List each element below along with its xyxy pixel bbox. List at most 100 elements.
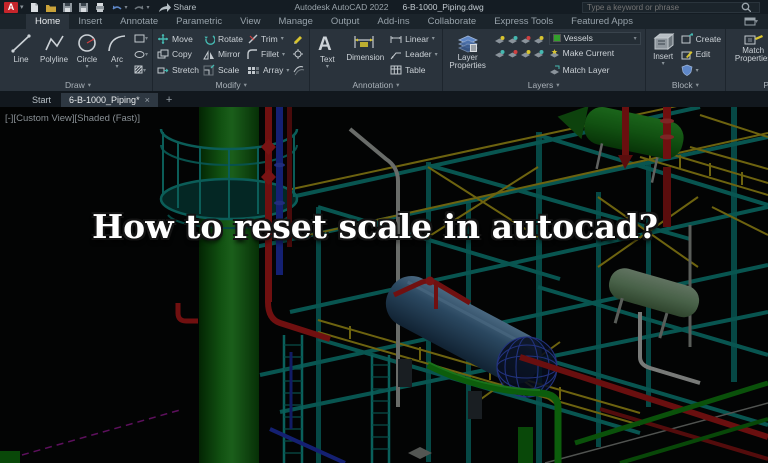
file-tab-bar: Start 6-B-1000_Piping* × + xyxy=(0,92,768,107)
scale-tool[interactable]: Scale xyxy=(203,63,243,78)
app-menu-arrow-icon[interactable]: ▾ xyxy=(20,3,24,11)
fillet-dropdown-icon[interactable]: ▾ xyxy=(282,51,285,58)
trim-tool[interactable]: Trim ▾ xyxy=(247,31,289,46)
circle-tool[interactable]: Circle ▾ xyxy=(74,31,100,78)
erase-tool[interactable] xyxy=(293,32,305,46)
undo-dropdown-icon[interactable]: ▾ xyxy=(125,4,128,11)
tab-add-ins[interactable]: Add-ins xyxy=(368,14,418,29)
polyline-tool[interactable]: Polyline xyxy=(38,31,70,78)
layer-lock-icon[interactable] xyxy=(520,35,531,45)
linear-tool[interactable]: Linear ▾ xyxy=(390,31,437,46)
help-search[interactable] xyxy=(582,1,760,13)
drawing-viewport[interactable]: [-][Custom View][Shaded (Fast)] How to r… xyxy=(0,107,768,463)
rectangle-tool[interactable]: ▾ xyxy=(134,32,148,46)
dimension-tool[interactable]: Dimension xyxy=(344,31,386,78)
modify-footer-arrow-icon: ▾ xyxy=(243,81,247,89)
layer-isolate-icon[interactable] xyxy=(533,35,544,45)
rotate-tool[interactable]: Rotate xyxy=(203,31,243,46)
modify-panel-footer[interactable]: Modify ▾ xyxy=(153,78,309,91)
insert-dropdown-icon[interactable]: ▾ xyxy=(662,61,665,67)
file-tab-start[interactable]: Start xyxy=(24,93,59,107)
save-as-icon[interactable] xyxy=(78,2,89,13)
layer-freeze-icon[interactable] xyxy=(507,35,518,45)
block-attributes-tool[interactable]: ▾ xyxy=(681,63,722,78)
annotation-panel-footer[interactable]: Annotation ▾ xyxy=(310,78,441,91)
insert-tool[interactable]: Insert ▾ xyxy=(650,31,677,78)
layer-off-icon[interactable] xyxy=(494,49,505,59)
rectangle-dropdown-icon[interactable]: ▾ xyxy=(145,35,148,42)
line-tool[interactable]: Line xyxy=(8,31,34,78)
tab-view[interactable]: View xyxy=(231,14,269,29)
layers-panel-footer[interactable]: Layers ▾ xyxy=(443,78,645,91)
undo-icon[interactable] xyxy=(111,4,123,11)
match-layer-tool[interactable]: Match Layer xyxy=(549,62,641,77)
close-tab-icon[interactable]: × xyxy=(145,95,150,105)
properties-panel-footer[interactable]: Properties ▾ xyxy=(726,78,768,91)
offset-tool[interactable] xyxy=(293,63,305,77)
text-tool[interactable]: Text ▾ xyxy=(314,31,340,78)
layer-properties-tool[interactable]: Layer Properties xyxy=(447,31,489,78)
draw-panel-footer[interactable]: Draw ▾ xyxy=(4,78,152,91)
copy-tool[interactable]: Copy xyxy=(157,47,199,62)
tab-insert[interactable]: Insert xyxy=(69,14,111,29)
open-folder-icon[interactable] xyxy=(45,2,57,13)
arc-tool[interactable]: Arc ▾ xyxy=(104,31,130,78)
move-tool[interactable]: Move xyxy=(157,31,199,46)
arc-dropdown-icon[interactable]: ▾ xyxy=(116,64,119,70)
table-tool[interactable]: Table xyxy=(390,63,437,78)
layer-unlock-icon[interactable] xyxy=(520,49,531,59)
match-properties-tool[interactable]: Match Properties xyxy=(730,31,768,78)
circle-dropdown-icon[interactable]: ▾ xyxy=(86,64,89,70)
layer-dropdown-arrow-icon[interactable]: ▾ xyxy=(634,35,637,42)
mirror-tool[interactable]: Mirror xyxy=(203,47,243,62)
search-input[interactable] xyxy=(587,2,737,12)
new-file-icon[interactable] xyxy=(29,2,40,13)
stretch-tool[interactable]: Stretch xyxy=(157,63,199,78)
tab-express-tools[interactable]: Express Tools xyxy=(485,14,562,29)
array-tool[interactable]: Array ▾ xyxy=(247,63,289,78)
hatch-dropdown-icon[interactable]: ▾ xyxy=(143,67,146,74)
explode-tool[interactable] xyxy=(293,47,305,61)
modify-panel: Move Copy Stretch Rotate Mirror Scale Tr… xyxy=(153,29,311,91)
tab-home[interactable]: Home xyxy=(26,14,70,29)
layer-on-icon[interactable] xyxy=(494,35,505,45)
tab-output[interactable]: Output xyxy=(322,14,369,29)
viewport-controls[interactable]: [-][Custom View][Shaded (Fast)] xyxy=(5,113,140,124)
ellipse-tool[interactable]: ▾ xyxy=(134,47,148,61)
plot-icon[interactable] xyxy=(94,2,106,13)
hatch-tool[interactable]: ▾ xyxy=(134,63,148,77)
search-icon[interactable] xyxy=(741,2,751,12)
ellipse-dropdown-icon[interactable]: ▾ xyxy=(145,51,148,58)
create-block-tool[interactable]: Create xyxy=(681,31,721,46)
layer-unisolate-icon[interactable] xyxy=(533,49,544,59)
make-current-tool[interactable]: Make Current xyxy=(549,46,641,61)
file-tab-document[interactable]: 6-B-1000_Piping* × xyxy=(61,93,158,107)
array-dropdown-icon[interactable]: ▾ xyxy=(286,67,289,74)
trim-dropdown-icon[interactable]: ▾ xyxy=(281,35,284,42)
redo-dropdown-icon[interactable]: ▾ xyxy=(147,4,150,11)
tab-featured-apps[interactable]: Featured Apps xyxy=(562,14,642,29)
edit-label: Edit xyxy=(695,49,711,60)
modify-footer-label: Modify xyxy=(215,79,241,90)
share-button[interactable]: Share xyxy=(158,2,196,12)
text-dropdown-icon[interactable]: ▾ xyxy=(326,64,329,70)
block-panel-footer[interactable]: Block ▾ xyxy=(646,78,726,91)
tab-annotate[interactable]: Annotate xyxy=(111,14,167,29)
draw-footer-arrow-icon: ▾ xyxy=(87,81,92,89)
tab-collaborate[interactable]: Collaborate xyxy=(419,14,486,29)
linear-dropdown-icon[interactable]: ▾ xyxy=(432,35,435,42)
layer-dropdown[interactable]: Vessels ▾ xyxy=(548,31,641,45)
tab-manage[interactable]: Manage xyxy=(270,14,322,29)
autocad-logo[interactable]: A xyxy=(4,1,18,13)
ribbon-display-arrow-icon[interactable]: ▾ xyxy=(755,18,758,25)
edit-block-tool[interactable]: Edit xyxy=(681,47,722,62)
new-drawing-tab-button[interactable]: + xyxy=(160,93,178,107)
attributes-dropdown-icon[interactable]: ▾ xyxy=(696,67,699,74)
tab-parametric[interactable]: Parametric xyxy=(167,14,231,29)
layer-thaw-icon[interactable] xyxy=(507,49,518,59)
leader-tool[interactable]: Leader ▾ xyxy=(390,47,438,62)
redo-icon[interactable] xyxy=(133,4,145,11)
save-icon[interactable] xyxy=(62,2,73,13)
leader-dropdown-icon[interactable]: ▾ xyxy=(435,51,438,58)
fillet-tool[interactable]: Fillet ▾ xyxy=(247,47,289,62)
